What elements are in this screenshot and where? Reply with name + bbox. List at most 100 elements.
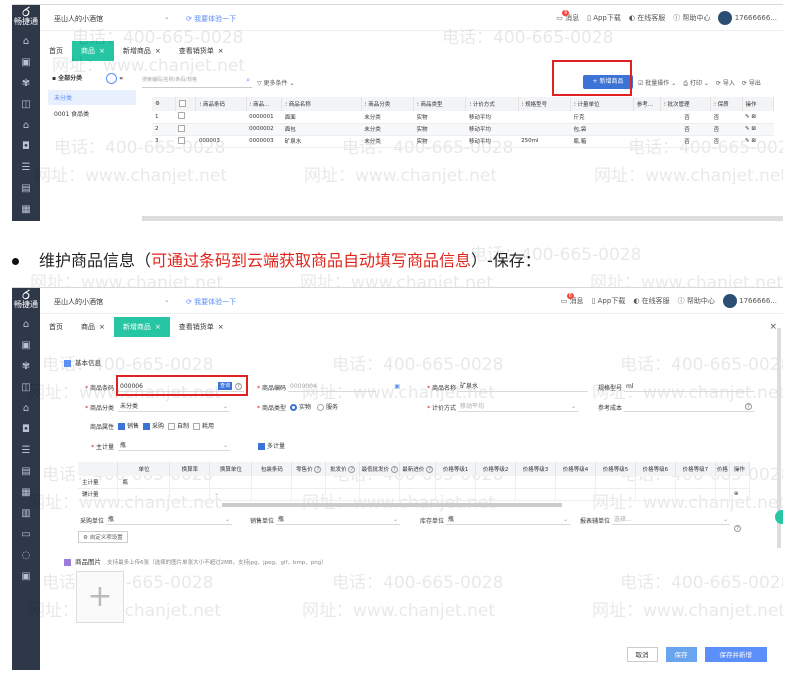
column-header[interactable]: ⁝ 商品类型 [413, 97, 467, 111]
close-icon[interactable]: × [218, 47, 224, 55]
chevron-down-icon[interactable]: ⌄ [164, 13, 170, 21]
app-logo[interactable]: ර 畅捷通 [12, 288, 40, 314]
table-row[interactable]: 辅计量 ⌄ ⊕ [78, 488, 751, 501]
column-header[interactable]: ⁝ 批次管理 [660, 97, 712, 111]
tab-sales-order[interactable]: 查看销货单 × [170, 317, 233, 337]
card-icon[interactable]: ▭ [12, 524, 40, 545]
report-unit-select[interactable]: 选择... ⌄ [612, 514, 730, 525]
lock-icon[interactable]: ◘ [12, 136, 40, 157]
printer-icon[interactable]: ▤ [12, 461, 40, 482]
image-upload-button[interactable]: + [76, 571, 124, 623]
multi-unit-checkbox[interactable]: 多计量 [258, 441, 285, 450]
shop-name[interactable]: 巫山人的小酒馆 [54, 297, 103, 307]
stock-unit-select[interactable]: 瓶 ⌄ [446, 514, 570, 525]
printer-icon[interactable]: ▤ [12, 178, 40, 199]
edit-icon[interactable]: ✎ [745, 114, 750, 120]
name-input[interactable]: 矿泉水 [458, 381, 588, 392]
user-menu[interactable]: 1766666... [722, 294, 777, 308]
category-settings-icon[interactable] [106, 73, 118, 84]
tab-new-product[interactable]: 新增商品 × [114, 41, 170, 61]
save-button[interactable]: 保存 [665, 647, 697, 662]
box-icon[interactable]: ▦ [12, 482, 40, 503]
app-download-button[interactable]: ▯ App下载 [587, 13, 621, 23]
report-icon[interactable]: ☰ [12, 157, 40, 178]
close-icon[interactable]: × [155, 47, 161, 55]
category-item[interactable]: 0001 食品类 [48, 105, 136, 122]
export-button[interactable]: ⟳ 导出 [742, 78, 761, 88]
column-header[interactable]: 参考... [633, 97, 661, 111]
help-icon[interactable]: ? [734, 515, 741, 534]
attr-selfmade-checkbox[interactable]: 自制 [168, 421, 189, 430]
close-icon[interactable]: × [99, 323, 105, 331]
search-input[interactable]: 搜索编码/名称/条码/规格 ⌕ [142, 76, 252, 88]
tab-sales-order[interactable]: 查看销货单 × [170, 41, 233, 61]
table-row[interactable]: 3 000003 0000003 矿泉水 未分类 实物 移动平均 250ml 瓶,箱 否… [152, 135, 774, 148]
delete-icon[interactable]: ⊠ [751, 114, 756, 120]
table-row[interactable]: 1 0000001 面面 未分类 实物 移动平均 斤克 否否 ✎ ⊠ [152, 111, 774, 124]
edit-icon[interactable]: ✎ [745, 126, 750, 132]
gift-icon[interactable]: ▣ [12, 52, 40, 73]
clipboard-icon[interactable]: ▥ [12, 503, 40, 524]
attr-purchase-checkbox[interactable]: 采购 [143, 421, 164, 430]
column-header[interactable]: ⁝ 保质 [710, 97, 743, 111]
help-center-button[interactable]: ⓘ 帮助中心 [673, 13, 710, 23]
lock-icon[interactable]: ◘ [12, 419, 40, 440]
settings-icon[interactable]: ✾ [12, 356, 40, 377]
purchase-unit-select[interactable]: 瓶 ⌄ [106, 514, 232, 525]
user-menu[interactable]: 17666666... [718, 11, 777, 25]
attr-sales-checkbox[interactable]: 销售 [118, 421, 139, 430]
table-row[interactable]: 主计量瓶 [78, 476, 751, 489]
row-checkbox[interactable] [178, 124, 186, 132]
app-logo[interactable]: ර 畅捷通 [12, 5, 40, 31]
main-unit-select[interactable]: 瓶 ⌄ [118, 440, 230, 451]
print-button[interactable]: ⎙ 打印 ⌄ [683, 78, 709, 88]
gift-icon[interactable]: ▣ [12, 335, 40, 356]
online-service-button[interactable]: ◐ 在线客服 [629, 13, 665, 23]
spec-input[interactable]: ml [624, 381, 754, 392]
column-header[interactable]: ⁝ 商品条码 [195, 97, 247, 111]
app-download-button[interactable]: ▯ App下载 [592, 296, 626, 306]
column-header[interactable] [175, 97, 197, 111]
tab-new-product[interactable]: 新增商品 × [113, 317, 170, 337]
category-select[interactable]: 未分类 ⌄ [118, 401, 230, 412]
column-header[interactable]: ⁝ 规格型号 [518, 97, 571, 111]
side-tab[interactable] [775, 510, 783, 524]
settings-icon[interactable]: ✾ [12, 73, 40, 94]
help-icon[interactable]: ? [745, 401, 752, 412]
attr-consume-checkbox[interactable]: 耗用 [193, 421, 214, 430]
delete-icon[interactable]: ⊠ [751, 138, 756, 144]
add-row-icon[interactable]: ⊕ [729, 488, 751, 501]
home-icon[interactable]: ⌂ [12, 31, 40, 52]
pricing-select[interactable]: 移动平均 ⌄ [458, 401, 578, 412]
panel-icon[interactable]: ▣ [12, 566, 40, 587]
shop-name[interactable]: 巫山人的小酒馆 [54, 14, 103, 24]
warehouse-icon[interactable]: ⌂ [12, 115, 40, 136]
tab-home[interactable]: 首页 [40, 317, 72, 337]
type-radio-service[interactable]: 服务 [316, 404, 338, 411]
warehouse-icon[interactable]: ⌂ [12, 398, 40, 419]
help-center-button[interactable]: ⓘ 帮助中心 [678, 296, 715, 306]
switch-link[interactable]: ⟳ 我要体验一下 [186, 14, 236, 24]
close-icon[interactable]: × [155, 323, 161, 331]
save-new-button[interactable]: 保存并新增 [704, 647, 767, 662]
close-icon[interactable]: × [769, 322, 777, 332]
search-icon[interactable]: ⌕ [246, 76, 250, 85]
refresh-icon[interactable]: ◌ [12, 545, 40, 566]
lookup-icon[interactable]: ▣ [392, 383, 400, 390]
column-header[interactable]: ⁝ 计量单位 [570, 97, 634, 111]
close-icon[interactable]: × [218, 323, 224, 331]
chevron-down-icon[interactable]: ⌄ [164, 296, 170, 304]
type-radio-physical[interactable]: 实物 [290, 404, 311, 411]
column-header[interactable]: ⁝ 计价方式 [465, 97, 519, 111]
tab-products[interactable]: 商品 × [72, 317, 114, 337]
cancel-button[interactable]: 取消 [626, 647, 658, 662]
report-icon[interactable]: ☰ [12, 440, 40, 461]
sales-unit-select[interactable]: 瓶 ⌄ [276, 514, 400, 525]
box-icon[interactable]: ▦ [12, 199, 40, 220]
home-icon[interactable]: ⌂ [12, 314, 40, 335]
switch-link[interactable]: ⟳ 我要体验一下 [186, 297, 236, 307]
column-header[interactable]: ⁝ 商品分类 [361, 97, 415, 111]
ref-cost-input[interactable]: ? [624, 401, 754, 412]
edit-icon[interactable]: ✎ [745, 138, 750, 144]
code-input[interactable]: 0000004 [288, 381, 376, 392]
